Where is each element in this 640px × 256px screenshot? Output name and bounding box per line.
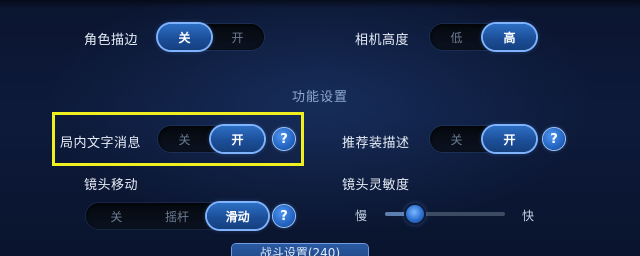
sensitivity-slider-thumb[interactable] (406, 205, 424, 223)
sensitivity-slider[interactable] (385, 205, 505, 223)
battle-settings-tab[interactable]: 战斗设置(240) (232, 244, 368, 256)
camera-move-option-off[interactable]: 关 (86, 203, 147, 229)
camera-height-toggle[interactable]: 低 高 (430, 24, 536, 50)
camera-move-label: 镜头移动 (84, 178, 139, 193)
top-shadow (0, 0, 640, 8)
ingame-text-toggle[interactable]: 关 开 (158, 126, 264, 152)
outline-label: 角色描边 (84, 33, 139, 48)
sensitivity-min-label: 慢 (355, 209, 368, 223)
ingame-text-option-on[interactable]: 开 (211, 126, 264, 152)
camera-sensitivity-label: 镜头灵敏度 (342, 178, 410, 193)
outline-toggle[interactable]: 关 开 (158, 24, 264, 50)
sensitivity-max-label: 快 (522, 209, 535, 223)
recommend-desc-toggle[interactable]: 关 开 (430, 126, 536, 152)
ingame-text-label: 局内文字消息 (60, 136, 142, 151)
ingame-text-option-off[interactable]: 关 (158, 126, 211, 152)
recommend-desc-option-on[interactable]: 开 (483, 126, 536, 152)
camera-move-option-joystick[interactable]: 摇杆 (147, 203, 208, 229)
recommend-desc-option-off[interactable]: 关 (430, 126, 483, 152)
help-icon[interactable]: ? (543, 128, 565, 150)
camera-height-label: 相机高度 (355, 33, 410, 48)
camera-height-option-high[interactable]: 高 (483, 24, 536, 50)
camera-height-option-low[interactable]: 低 (430, 24, 483, 50)
help-icon[interactable]: ? (273, 205, 295, 227)
outline-option-off[interactable]: 关 (158, 24, 211, 50)
help-icon[interactable]: ? (273, 128, 295, 150)
outline-option-on[interactable]: 开 (211, 24, 264, 50)
recommend-desc-label: 推荐装描述 (342, 136, 410, 151)
camera-move-selector[interactable]: 关 摇杆 滑动 (86, 203, 269, 229)
section-title: 功能设置 (291, 90, 348, 105)
camera-move-option-swipe[interactable]: 滑动 (207, 203, 269, 229)
